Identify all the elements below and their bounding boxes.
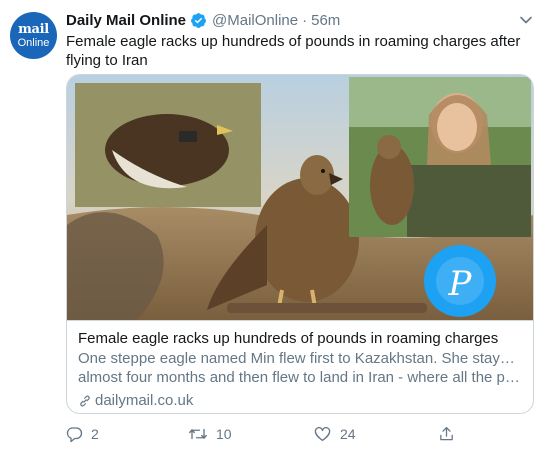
svg-text:P: P — [448, 264, 473, 304]
card-description-line2: almost four months and then flew to land… — [78, 369, 522, 386]
like-count: 24 — [340, 426, 356, 442]
avatar-logo-line2: Online — [17, 36, 50, 49]
avatar[interactable]: mail Online — [10, 12, 57, 59]
like-icon — [314, 426, 331, 442]
card-domain-text: dailymail.co.uk — [95, 392, 194, 409]
user-handle[interactable]: @MailOnline — [212, 12, 298, 29]
card-domain: dailymail.co.uk — [78, 391, 522, 410]
card-body[interactable]: Female eagle racks up hundreds of pounds… — [67, 320, 533, 413]
tweet-text: Female eagle racks up hundreds of pounds… — [66, 33, 521, 69]
retweet-button[interactable]: 10 — [188, 423, 232, 445]
display-name[interactable]: Daily Mail Online — [66, 12, 186, 29]
tweet-actions: 2 10 24 — [60, 423, 540, 445]
retweet-icon — [189, 428, 207, 440]
bird-logo-icon: P — [424, 245, 496, 317]
chevron-down-icon[interactable] — [516, 10, 536, 30]
card-description: One steppe eagle named Min flew first to… — [78, 349, 522, 387]
inset-photo-eagle-ground — [75, 83, 261, 207]
link-icon — [80, 395, 90, 406]
timestamp[interactable]: 56m — [311, 12, 340, 29]
retweet-count: 10 — [216, 426, 232, 442]
share-button[interactable] — [438, 423, 455, 445]
card-description-line1: One steppe eagle named Min flew first to… — [78, 350, 522, 367]
tweet-header: Daily Mail Online @MailOnline · 56m — [66, 10, 340, 30]
link-card[interactable]: P Female eagle racks up hundreds of poun… — [66, 74, 534, 414]
verified-badge-icon — [190, 12, 207, 29]
card-image[interactable]: P — [67, 75, 533, 320]
tweet[interactable]: mail Online Daily Mail Online @MailOnlin… — [0, 0, 550, 453]
separator-dot: · — [302, 11, 308, 29]
share-icon — [440, 426, 453, 441]
reply-icon — [66, 427, 83, 443]
inset-photo-woman-eagle — [349, 77, 531, 237]
avatar-logo-line1: mail — [18, 21, 49, 37]
reply-button[interactable]: 2 — [65, 423, 99, 445]
reply-count: 2 — [91, 426, 99, 442]
card-title: Female eagle racks up hundreds of pounds… — [78, 330, 499, 347]
like-button[interactable]: 24 — [313, 423, 356, 445]
